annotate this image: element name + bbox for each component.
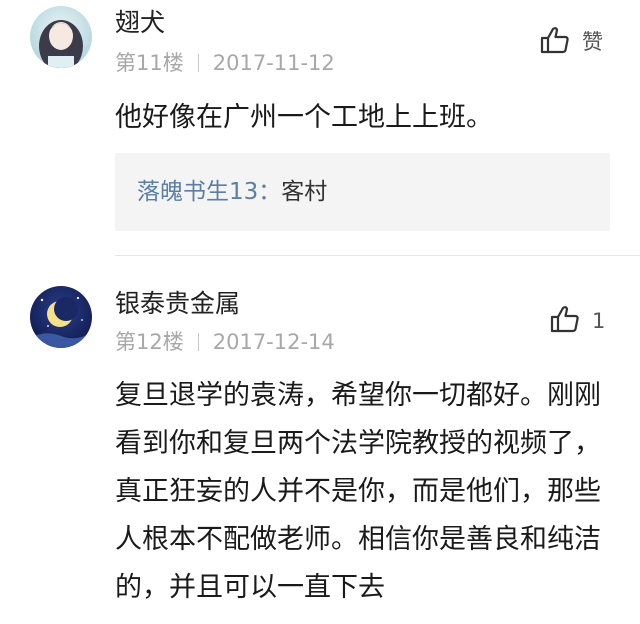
like-button[interactable]: 1 [550,305,605,337]
thumbs-up-icon [550,305,580,337]
comment-date: 2017-12-14 [212,330,335,354]
comment-meta: 第12楼 2017-12-14 [115,329,335,355]
comment-item: 银泰贵金属 第12楼 2017-12-14 1 复旦退学的袁涛，希望你一切都好。刚… [0,0,640,624]
floor-number: 第12楼 [115,330,184,354]
comment-text: 复旦退学的袁涛，希望你一切都好。刚刚看到你和复旦两个法学院教授的视频了，真正狂妄… [115,380,601,603]
like-count: 1 [592,309,606,333]
meta-divider [197,333,199,351]
username[interactable]: 银泰贵金属 [115,289,240,319]
avatar[interactable] [30,286,92,348]
